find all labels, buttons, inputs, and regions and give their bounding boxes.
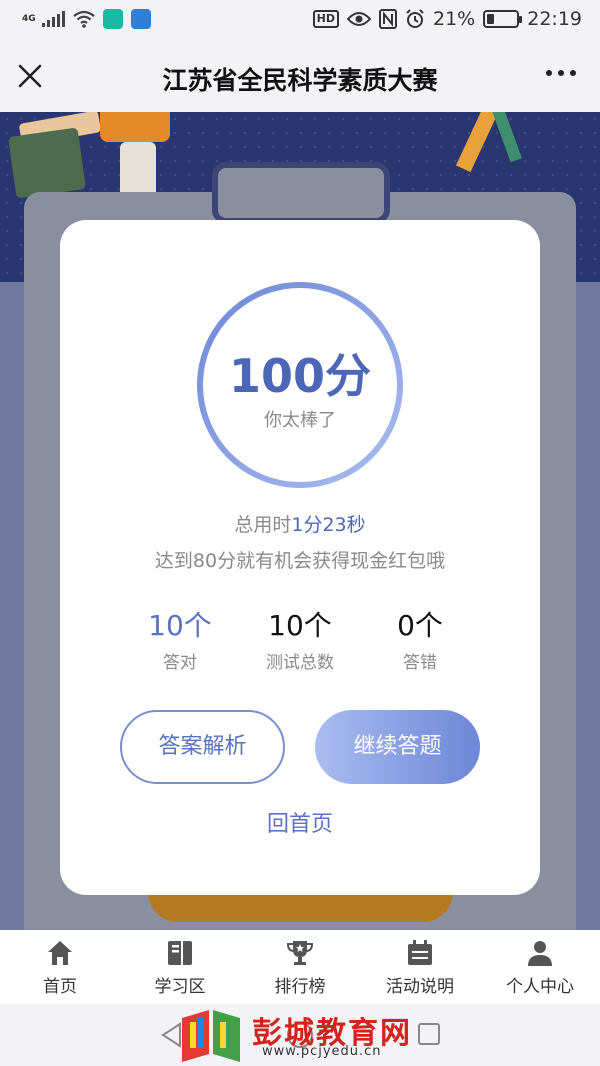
stat-wrong-value: 0个 [397, 609, 443, 642]
book-icon [168, 941, 192, 965]
praise-text: 你太棒了 [264, 410, 336, 431]
person-illustration [100, 112, 170, 142]
stat-wrong-label: 答错 [403, 653, 437, 673]
back-home-link[interactable]: 回首页 [60, 806, 540, 838]
score-value: 100分 [228, 349, 372, 403]
signal-icon [42, 11, 65, 27]
answer-review-button[interactable]: 答案解析 [120, 710, 285, 784]
hd-icon: HD [312, 10, 339, 28]
eye-icon [347, 12, 371, 26]
wifi-icon [73, 10, 95, 28]
battery-percent: 21% [433, 8, 476, 30]
tab-study-label: 学习区 [154, 977, 206, 997]
reward-tip: 达到80分就有机会获得现金红包哦 [154, 550, 446, 572]
calendar-icon [408, 940, 432, 965]
title-bar: 江苏省全民科学素质大赛 [0, 40, 600, 112]
watermark-url: www.pcjyedu.cn [262, 1044, 382, 1059]
tab-study[interactable]: 学习区 [120, 930, 240, 1004]
trophy-icon [286, 941, 314, 965]
tab-event-info-label: 活动说明 [386, 977, 454, 997]
stat-total-label: 测试总数 [266, 653, 334, 673]
home-app-icon [103, 9, 123, 29]
clock-time: 22:19 [527, 8, 582, 30]
result-card: 100分 你太棒了 总用时1分23秒 达到80分就有机会获得现金红包哦 10个 … [60, 220, 540, 895]
stat-correct-value: 10个 [148, 609, 212, 642]
total-time-value: 1分23秒 [291, 514, 366, 536]
continue-quiz-button[interactable]: 继续答题 [315, 710, 480, 784]
page-title: 江苏省全民科学素质大赛 [162, 66, 438, 95]
clipboard-bottom-illustration [148, 892, 453, 922]
watermark-logo-icon [182, 1010, 240, 1062]
tab-bar: 首页 学习区 排行榜 活动说明 个人中心 [0, 930, 600, 1004]
stat-total-value: 10个 [268, 609, 332, 642]
alarm-icon [406, 9, 424, 28]
clipboard-clip-illustration [212, 162, 390, 224]
system-navigation-bar: 彭城教育网 www.pcjyedu.cn [0, 1004, 600, 1066]
recent-apps-icon[interactable] [418, 1023, 440, 1045]
tab-profile-label: 个人中心 [506, 977, 574, 997]
more-options-icon[interactable] [546, 70, 576, 76]
home-icon [48, 941, 72, 965]
battery-icon [483, 10, 523, 28]
total-time-label: 总用时 [234, 514, 292, 536]
status-right-group: HD 21% 22:19 [312, 8, 582, 30]
stat-correct-label: 答对 [163, 653, 197, 673]
pencil-illustration [455, 112, 522, 173]
tab-home-label: 首页 [43, 977, 77, 997]
status-left-group: 4G [22, 9, 151, 29]
stat-total: 10个 测试总数 [230, 604, 370, 673]
stat-wrong: 0个 答错 [350, 604, 490, 673]
tab-ranking-label: 排行榜 [274, 977, 326, 997]
total-time: 总用时1分23秒 [60, 510, 540, 537]
tab-home[interactable]: 首页 [0, 930, 120, 1004]
tab-event-info[interactable]: 活动说明 [360, 930, 480, 1004]
nfc-icon [379, 9, 397, 29]
stat-correct: 10个 答对 [110, 604, 250, 673]
tab-ranking[interactable]: 排行榜 [240, 930, 360, 1004]
network-type: 4G [22, 13, 36, 24]
status-bar: 4G HD 21% 22:19 [0, 0, 600, 40]
tab-profile[interactable]: 个人中心 [480, 930, 600, 1004]
book-stack-illustration [8, 127, 86, 199]
person-icon [528, 941, 552, 966]
app-icon [131, 9, 151, 29]
